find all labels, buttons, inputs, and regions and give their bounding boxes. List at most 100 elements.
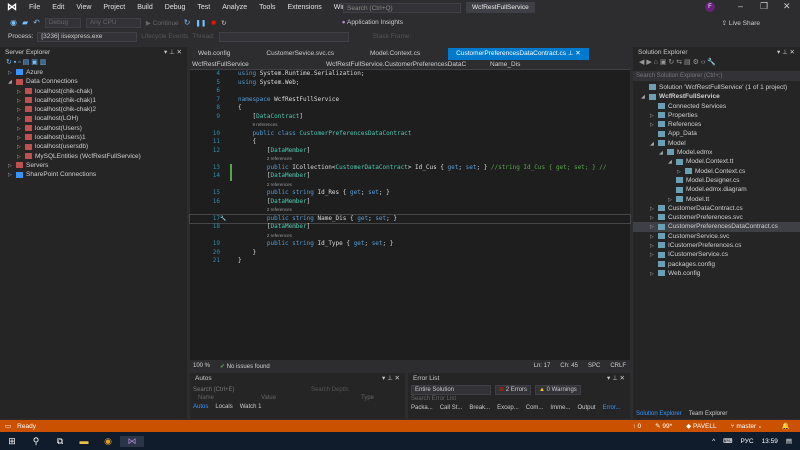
- tree-item[interactable]: Model.Designer.cs: [633, 176, 800, 185]
- search-input[interactable]: Search (Ctrl+Q): [343, 3, 461, 13]
- tab-imme-[interactable]: Imme...: [550, 405, 570, 411]
- tree-item[interactable]: App_Data: [633, 129, 800, 138]
- project-dropdown[interactable]: WcfRestFullService: [192, 61, 282, 68]
- tree-item[interactable]: ▷ localhost(LOH): [0, 114, 187, 123]
- minimize-icon[interactable]: –: [738, 1, 743, 11]
- tree-item[interactable]: ▷ CustomerService.svc: [633, 232, 800, 241]
- pending-changes[interactable]: ✎ 99*: [655, 422, 672, 430]
- code-editor[interactable]: 4 using System.Runtime.Serialization; 5 usi…: [189, 70, 631, 360]
- tree-item[interactable]: ▷ Azure: [0, 68, 187, 77]
- menu-debug[interactable]: Debug: [159, 4, 192, 11]
- tree-item[interactable]: ◢ Model: [633, 139, 800, 148]
- close-icon[interactable]: ✕: [783, 1, 791, 12]
- menu-file[interactable]: File: [23, 4, 46, 11]
- tree-item[interactable]: ▷ Web.config: [633, 269, 800, 278]
- expand-icon[interactable]: ▷: [650, 270, 658, 279]
- tab-packa-[interactable]: Packa...: [411, 405, 433, 411]
- menu-edit[interactable]: Edit: [46, 4, 70, 11]
- menu-project[interactable]: Project: [97, 4, 131, 11]
- autos-search-input[interactable]: Search (Ctrl+E): [193, 387, 303, 393]
- warnings-filter-button[interactable]: ▲ 0 Warnings: [535, 385, 581, 395]
- tab-solution-explorer[interactable]: Solution Explorer: [636, 411, 682, 417]
- tree-item[interactable]: Solution 'WcfRestFullService' (1 of 1 pr…: [633, 83, 800, 92]
- push-status[interactable]: ↑ 0: [632, 423, 641, 430]
- chrome-icon[interactable]: ◉: [96, 436, 120, 447]
- restart-icon[interactable]: ↻: [221, 19, 226, 27]
- panel-controls[interactable]: ▾ ⊥ ✕: [382, 373, 400, 384]
- avatar[interactable]: F: [705, 2, 715, 12]
- tree-item[interactable]: ▷ localhost(Users): [0, 124, 187, 133]
- tab-web-config[interactable]: Web.config: [190, 48, 238, 60]
- tree-item[interactable]: ▷ Servers: [0, 161, 187, 170]
- tree-item[interactable]: ▷ ICustomerPreferences.cs: [633, 241, 800, 250]
- undo-icon[interactable]: ↶: [33, 18, 40, 27]
- issues-indicator[interactable]: ✔ No issues found: [220, 363, 270, 370]
- tab-watch-1[interactable]: Watch 1: [240, 404, 262, 410]
- tree-item[interactable]: ▷ Model.tt: [633, 195, 800, 204]
- pause-icon[interactable]: ❚❚: [195, 19, 206, 27]
- tab-customersevice-svc-cs[interactable]: CustomerSevice.svc.cs: [258, 48, 342, 60]
- tree-item[interactable]: ◢ Model.edmx: [633, 148, 800, 157]
- expand-icon[interactable]: ◢: [641, 93, 649, 102]
- codelens-references[interactable]: 2 references: [190, 206, 630, 215]
- file-explorer-icon[interactable]: ▬: [72, 436, 96, 446]
- tab-output[interactable]: Output: [577, 405, 595, 411]
- live-share-button[interactable]: ⇪ Live Share: [722, 19, 760, 27]
- back-icon[interactable]: ◉: [10, 18, 17, 27]
- panel-controls[interactable]: ▾ ⊥ ✕: [777, 47, 795, 58]
- codelens-references[interactable]: 2 references: [190, 155, 630, 164]
- language-indicator[interactable]: РУС: [741, 438, 754, 445]
- tree-item[interactable]: ▷ CustomerDataContract.cs: [633, 204, 800, 213]
- solution-search-input[interactable]: Search Solution Explorer (Ctrl+;): [633, 71, 800, 81]
- tree-item[interactable]: ▷ localhost(chik-chak)2: [0, 105, 187, 114]
- visual-studio-taskbar-icon[interactable]: ⋈: [120, 435, 144, 447]
- save-icon[interactable]: ▰: [22, 18, 28, 27]
- expand-icon[interactable]: ◢: [659, 149, 667, 158]
- expand-icon[interactable]: ▷: [8, 171, 16, 180]
- expand-icon[interactable]: ◢: [650, 140, 658, 149]
- tree-item[interactable]: packages.config: [633, 260, 800, 269]
- codelens-references[interactable]: 2 references: [190, 232, 630, 241]
- panel-controls[interactable]: ▾ ⊥ ✕: [164, 47, 182, 58]
- notifications-icon[interactable]: 🔔: [782, 422, 790, 430]
- solution-explorer-toolbar[interactable]: ◀ ▶ ⌂ ▣ ↻ ⇆ ▤ ⚙ ‹› 🔧: [633, 58, 800, 71]
- tree-item[interactable]: ◢ Data Connections: [0, 77, 187, 86]
- server-explorer-toolbar[interactable]: ↻ ▪ ▫ ▤ ▣ ▥: [0, 58, 187, 68]
- repository[interactable]: ◆ PAVELL: [686, 422, 716, 430]
- menu-tools[interactable]: Tools: [253, 4, 281, 11]
- references-count[interactable]: 9 references: [252, 122, 277, 127]
- menu-test[interactable]: Test: [191, 4, 216, 11]
- tree-item[interactable]: Model.edmx.diagram: [633, 185, 800, 194]
- menu-extensions[interactable]: Extensions: [282, 4, 328, 11]
- tree-item[interactable]: ▷ ICustomerService.cs: [633, 250, 800, 259]
- lifecycle-events[interactable]: Lifecycle Events: [141, 33, 188, 40]
- tab-customerpreferencesdatacontract-cs[interactable]: CustomerPreferencesDataContract.cs ⊥ ✕: [448, 48, 589, 60]
- close-tab-icon[interactable]: ⊥ ✕: [566, 50, 581, 57]
- action-center-icon[interactable]: ▤: [786, 437, 792, 445]
- tree-item[interactable]: ▷ localhost(chik-chak)1: [0, 96, 187, 105]
- scope-dropdown[interactable]: Entire Solution: [411, 385, 491, 395]
- tray-chevron-icon[interactable]: ^: [712, 438, 715, 445]
- codelens-references[interactable]: 9 references: [190, 121, 630, 130]
- references-count[interactable]: 2 references: [267, 233, 292, 238]
- restore-icon[interactable]: ❐: [760, 1, 768, 12]
- stop-icon[interactable]: ■: [211, 18, 216, 27]
- type-dropdown[interactable]: WcfRestFullService.CustomerPreferencesDa…: [326, 61, 486, 68]
- references-count[interactable]: 2 references: [267, 207, 292, 212]
- tree-item[interactable]: ◢ WcfRestFullService: [633, 92, 800, 101]
- expand-icon[interactable]: ◢: [8, 78, 16, 87]
- panel-controls[interactable]: ▾ ⊥ ✕: [607, 373, 625, 384]
- member-dropdown[interactable]: Name_Dis: [490, 61, 520, 68]
- tab-error-[interactable]: Error...: [602, 405, 620, 411]
- tab-excep-[interactable]: Excep...: [497, 405, 519, 411]
- error-search-input[interactable]: Search Error List: [408, 396, 630, 405]
- codelens-references[interactable]: 2 references: [190, 181, 630, 190]
- references-count[interactable]: 2 references: [267, 182, 292, 187]
- references-count[interactable]: 2 references: [267, 156, 292, 161]
- platform-dropdown[interactable]: Any CPU: [85, 17, 141, 28]
- menu-analyze[interactable]: Analyze: [216, 4, 253, 11]
- tree-item[interactable]: Connected Services: [633, 102, 800, 111]
- tab-call-st-[interactable]: Call St...: [440, 405, 463, 411]
- tree-item[interactable]: ▷ References: [633, 120, 800, 129]
- expand-icon[interactable]: ◢: [668, 158, 676, 167]
